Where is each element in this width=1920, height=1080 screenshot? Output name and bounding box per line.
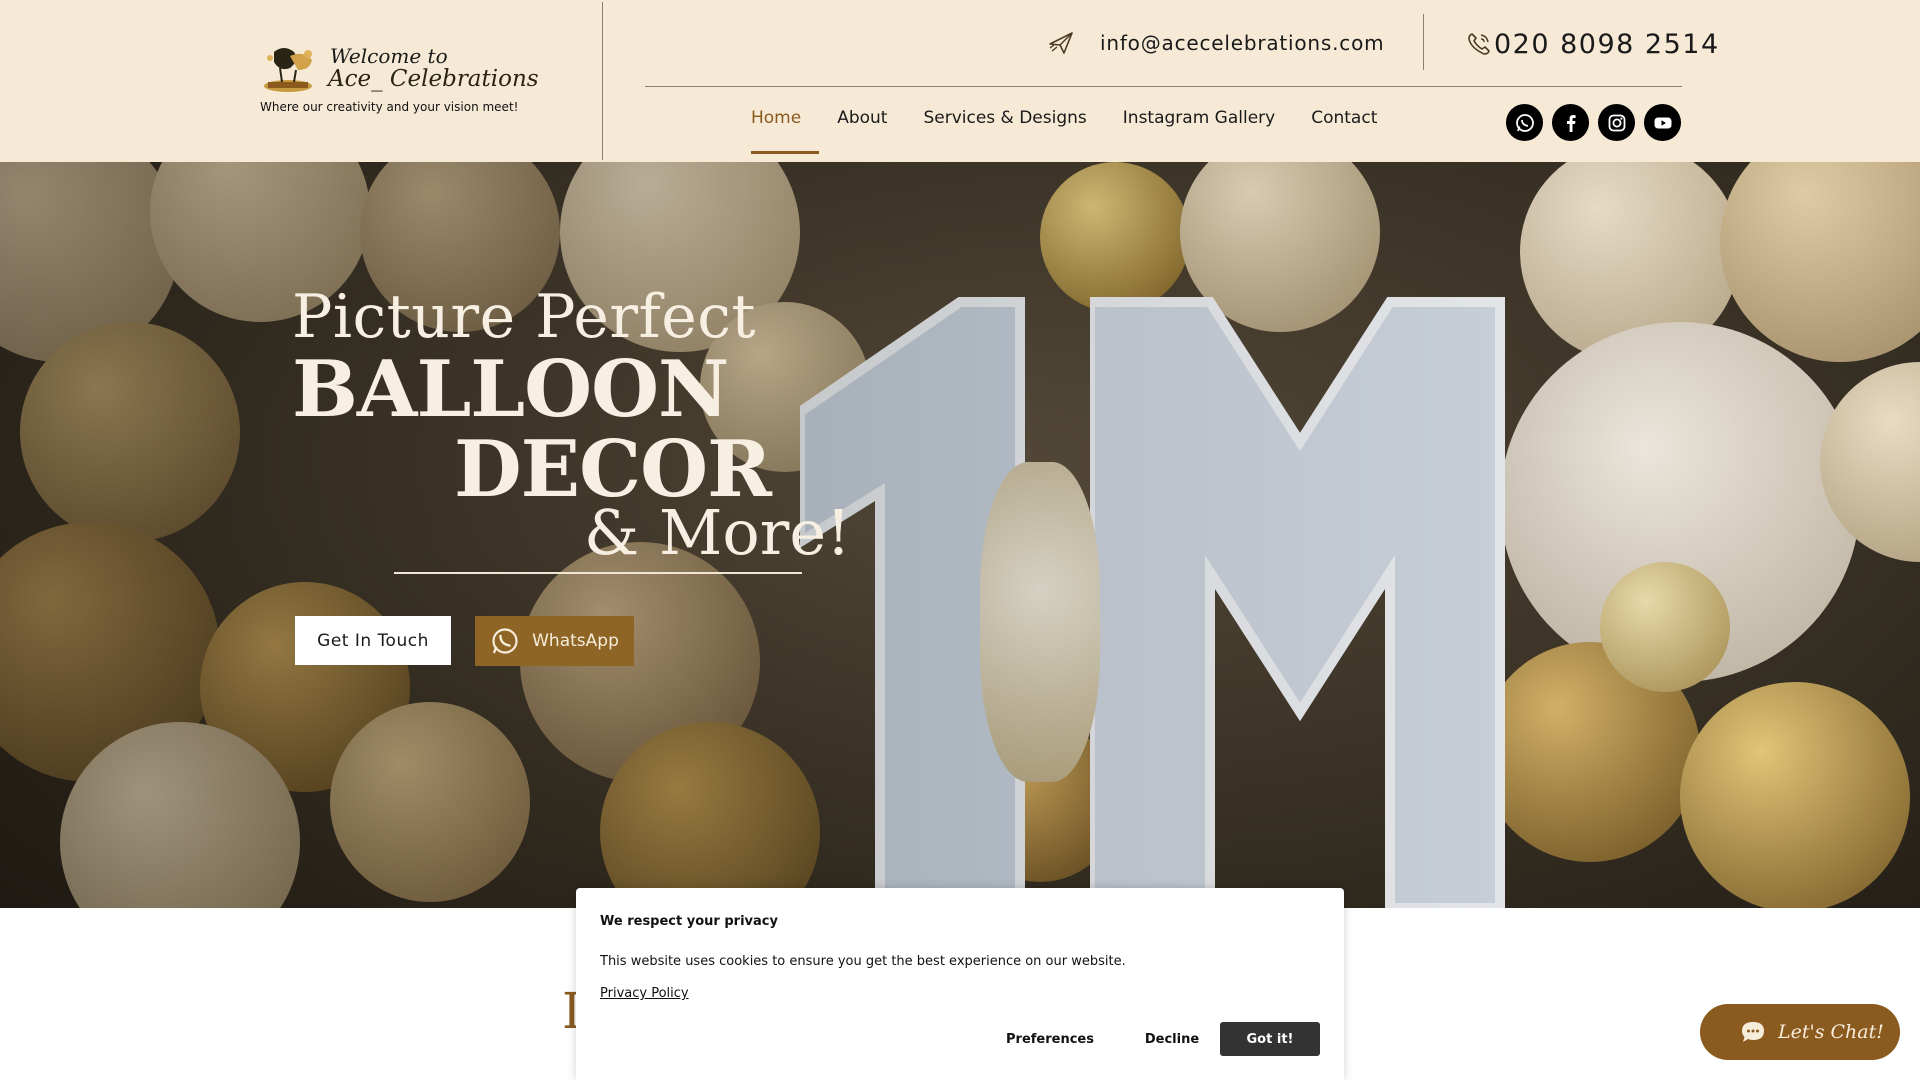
site-logo[interactable]: Welcome to Ace_ Celebrations Where our c… [260, 38, 539, 122]
nav-item-home[interactable]: Home [733, 100, 820, 156]
hero-section: Picture Perfect BALLOON DECOR & More! Ge… [0, 162, 1920, 908]
hero-line-1: Picture Perfect [292, 282, 756, 352]
contact-phone[interactable]: 020 8098 2514 [1466, 26, 1720, 62]
champagne-logo-icon [264, 48, 312, 92]
hero-line-4: & More! [584, 496, 851, 569]
hero-overlay [0, 162, 1920, 908]
whatsapp-button-label: WhatsApp [532, 631, 619, 651]
nav-item-services-designs[interactable]: Services & Designs [905, 100, 1104, 156]
nav-item-about[interactable]: About [819, 100, 905, 156]
whatsapp-icon [492, 628, 518, 654]
header-rule [645, 86, 1682, 87]
hero-headline: Picture Perfect BALLOON DECOR & More! [292, 282, 851, 582]
social-links [1506, 104, 1681, 141]
site-header: Welcome to Ace_ Celebrations Where our c… [0, 0, 1920, 162]
logo-brand-name: Ace_ Celebrations [328, 66, 539, 92]
hero-underline [394, 572, 802, 574]
cookie-decline-button[interactable]: Decline [1112, 1022, 1232, 1056]
cookie-preferences-button[interactable]: Preferences [988, 1022, 1112, 1056]
get-in-touch-button[interactable]: Get In Touch [295, 616, 451, 665]
youtube-icon[interactable] [1644, 104, 1681, 141]
nav-item-contact[interactable]: Contact [1293, 100, 1395, 156]
logo-welcome-text: Welcome to [330, 44, 448, 68]
cookie-accept-button[interactable]: Got it! [1220, 1022, 1320, 1056]
phone-icon [1468, 33, 1490, 55]
header-divider [602, 2, 603, 160]
logo-tagline: Where our creativity and your vision mee… [260, 100, 519, 114]
paper-plane-icon [1049, 32, 1073, 54]
hero-line-2: BALLOON [292, 344, 729, 435]
contact-email[interactable]: info@acecelebrations.com [1048, 26, 1384, 60]
cookie-text: This website uses cookies to ensure you … [600, 954, 1126, 969]
facebook-icon[interactable] [1552, 104, 1589, 141]
whatsapp-button[interactable]: WhatsApp [475, 616, 634, 666]
privacy-policy-link[interactable]: Privacy Policy [600, 986, 689, 1001]
nav-item-instagram-gallery[interactable]: Instagram Gallery [1105, 100, 1293, 156]
cookie-title: We respect your privacy [600, 914, 778, 929]
main-nav: Home About Services & Designs Instagram … [733, 100, 1395, 156]
cookie-banner: We respect your privacy This website use… [576, 888, 1344, 1080]
whatsapp-icon[interactable] [1506, 104, 1543, 141]
email-link[interactable]: info@acecelebrations.com [1100, 31, 1384, 55]
contact-divider [1423, 14, 1424, 70]
chat-widget-label: Let's Chat! [1778, 1021, 1884, 1043]
instagram-icon[interactable] [1598, 104, 1635, 141]
chat-widget-button[interactable]: Let's Chat! [1700, 1004, 1900, 1060]
phone-number[interactable]: 020 8098 2514 [1494, 29, 1720, 60]
chat-bubble-icon [1742, 1022, 1764, 1042]
